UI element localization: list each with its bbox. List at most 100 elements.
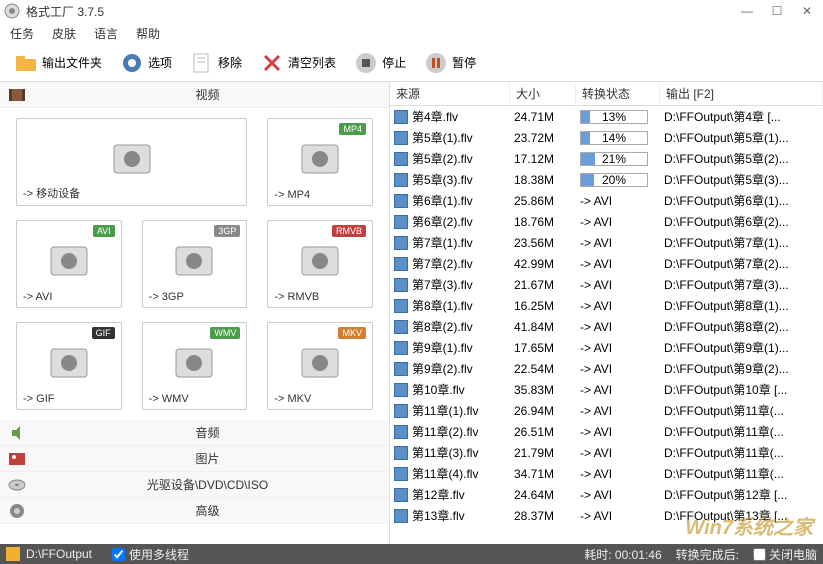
table-row[interactable]: 第11章(3).flv21.79M-> AVID:\FFOutput\第11章(… <box>390 442 823 463</box>
table-row[interactable]: 第5章(2).flv17.12M21%D:\FFOutput\第5章(2)... <box>390 148 823 169</box>
format-label: -> MP4 <box>274 189 310 201</box>
format-icon <box>296 241 344 281</box>
file-name: 第7章(1).flv <box>412 234 473 251</box>
category-audio[interactable]: 音频 <box>0 420 389 446</box>
remove-icon <box>190 51 214 75</box>
file-name: 第5章(2).flv <box>412 150 473 167</box>
format-card-rmvb[interactable]: RMVB-> RMVB <box>267 220 373 308</box>
column-headers: 来源 大小 转换状态 输出 [F2] <box>390 82 823 106</box>
clear-list-button[interactable]: 清空列表 <box>254 49 342 77</box>
menu-lang[interactable]: 语言 <box>94 25 118 42</box>
table-row[interactable]: 第7章(3).flv21.67M-> AVID:\FFOutput\第7章(3)… <box>390 274 823 295</box>
file-output: D:\FFOutput\第6章(1)... <box>660 192 823 209</box>
file-icon <box>394 299 408 313</box>
table-row[interactable]: 第9章(2).flv22.54M-> AVID:\FFOutput\第9章(2)… <box>390 358 823 379</box>
table-row[interactable]: 第10章.flv35.83M-> AVID:\FFOutput\第10章 [..… <box>390 379 823 400</box>
table-row[interactable]: 第6章(1).flv25.86M-> AVID:\FFOutput\第6章(1)… <box>390 190 823 211</box>
menu-task[interactable]: 任务 <box>10 25 34 42</box>
category-video[interactable]: 视频 <box>0 82 389 108</box>
format-card-3gp[interactable]: 3GP -> 3GP <box>142 220 248 308</box>
close-button[interactable]: ✕ <box>801 5 813 17</box>
format-label: -> MKV <box>274 393 311 405</box>
disc-icon <box>8 476 26 494</box>
file-size: 23.56M <box>510 236 576 250</box>
table-row[interactable]: 第7章(2).flv42.99M-> AVID:\FFOutput\第7章(2)… <box>390 253 823 274</box>
table-row[interactable]: 第5章(3).flv18.38M20%D:\FFOutput\第5章(3)... <box>390 169 823 190</box>
format-badge: MP4 <box>339 123 366 135</box>
category-advanced[interactable]: 高级 <box>0 498 389 524</box>
file-output: D:\FFOutput\第5章(3)... <box>660 171 823 188</box>
category-disc[interactable]: 光驱设备\DVD\CD\ISO <box>0 472 389 498</box>
file-icon <box>394 341 408 355</box>
left-panel: 视频 -> 移动设备 MP4 -> MP4 AVI-> AVI 3GP -> 3GP RMV… <box>0 82 390 544</box>
file-size: 26.94M <box>510 404 576 418</box>
remove-button[interactable]: 移除 <box>184 49 248 77</box>
menu-help[interactable]: 帮助 <box>136 25 160 42</box>
format-card-gif[interactable]: GIF-> GIF <box>16 322 122 410</box>
col-size[interactable]: 大小 <box>510 82 576 105</box>
table-row[interactable]: 第6章(2).flv18.76M-> AVID:\FFOutput\第6章(2)… <box>390 211 823 232</box>
titlebar: 格式工厂 3.7.5 — ☐ ✕ <box>0 0 823 22</box>
file-size: 22.54M <box>510 362 576 376</box>
format-label: -> 移动设备 <box>23 185 80 201</box>
table-row[interactable]: 第8章(1).flv16.25M-> AVID:\FFOutput\第8章(1)… <box>390 295 823 316</box>
file-size: 42.99M <box>510 257 576 271</box>
file-icon <box>394 215 408 229</box>
picture-icon <box>8 450 26 468</box>
output-folder-button[interactable]: 输出文件夹 <box>8 49 108 77</box>
table-row[interactable]: 第4章.flv24.71M13%D:\FFOutput\第4章 [... <box>390 106 823 127</box>
table-row[interactable]: 第11章(1).flv26.94M-> AVID:\FFOutput\第11章(… <box>390 400 823 421</box>
output-path: D:\FFOutput <box>26 547 92 561</box>
table-row[interactable]: 第13章.flv28.37M-> AVID:\FFOutput\第13章 [..… <box>390 505 823 526</box>
format-badge: 3GP <box>214 225 240 237</box>
file-size: 17.12M <box>510 152 576 166</box>
statusbar: D:\FFOutput 使用多线程 耗时: 00:01:46 转换完成后: 关闭… <box>0 544 823 564</box>
col-source[interactable]: 来源 <box>390 82 510 105</box>
file-status: 13% <box>576 110 660 124</box>
table-row[interactable]: 第11章(2).flv26.51M-> AVID:\FFOutput\第11章(… <box>390 421 823 442</box>
file-name: 第5章(1).flv <box>412 129 473 146</box>
file-name: 第7章(2).flv <box>412 255 473 272</box>
pause-button[interactable]: 暂停 <box>418 49 482 77</box>
video-icon <box>8 86 26 104</box>
file-status: -> AVI <box>576 383 660 397</box>
table-row[interactable]: 第11章(4).flv34.71M-> AVID:\FFOutput\第11章(… <box>390 463 823 484</box>
maximize-button[interactable]: ☐ <box>771 5 783 17</box>
format-label: -> WMV <box>149 393 189 405</box>
category-picture[interactable]: 图片 <box>0 446 389 472</box>
file-size: 28.37M <box>510 509 576 523</box>
format-card-mp4[interactable]: MP4 -> MP4 <box>267 118 373 206</box>
menu-skin[interactable]: 皮肤 <box>52 25 76 42</box>
format-icon <box>170 343 218 383</box>
file-output: D:\FFOutput\第11章(... <box>660 423 823 440</box>
folder-small-icon[interactable] <box>6 547 20 561</box>
file-status: -> AVI <box>576 257 660 271</box>
file-output: D:\FFOutput\第8章(2)... <box>660 318 823 335</box>
file-size: 35.83M <box>510 383 576 397</box>
format-label: -> GIF <box>23 393 54 405</box>
file-icon <box>394 194 408 208</box>
shutdown-checkbox[interactable]: 关闭电脑 <box>753 546 817 563</box>
file-size: 24.64M <box>510 488 576 502</box>
format-card-mkv[interactable]: MKV-> MKV <box>267 322 373 410</box>
stop-button[interactable]: 停止 <box>348 49 412 77</box>
table-row[interactable]: 第12章.flv24.64M-> AVID:\FFOutput\第12章 [..… <box>390 484 823 505</box>
minimize-button[interactable]: — <box>741 5 753 17</box>
format-card-wmv[interactable]: WMV-> WMV <box>142 322 248 410</box>
format-label: -> 3GP <box>149 291 184 303</box>
table-row[interactable]: 第5章(1).flv23.72M14%D:\FFOutput\第5章(1)... <box>390 127 823 148</box>
col-status[interactable]: 转换状态 <box>576 82 660 105</box>
file-icon <box>394 236 408 250</box>
table-row[interactable]: 第7章(1).flv23.56M-> AVID:\FFOutput\第7章(1)… <box>390 232 823 253</box>
file-name: 第8章(1).flv <box>412 297 473 314</box>
multithread-checkbox[interactable]: 使用多线程 <box>112 546 189 563</box>
table-row[interactable]: 第9章(1).flv17.65M-> AVID:\FFOutput\第9章(1)… <box>390 337 823 358</box>
toolbar: 输出文件夹 选项 移除 清空列表 停止 暂停 <box>0 44 823 82</box>
file-size: 18.38M <box>510 173 576 187</box>
file-output: D:\FFOutput\第5章(1)... <box>660 129 823 146</box>
table-row[interactable]: 第8章(2).flv41.84M-> AVID:\FFOutput\第8章(2)… <box>390 316 823 337</box>
format-card-[interactable]: -> 移动设备 <box>16 118 247 206</box>
format-card-avi[interactable]: AVI-> AVI <box>16 220 122 308</box>
col-output[interactable]: 输出 [F2] <box>660 82 823 105</box>
options-button[interactable]: 选项 <box>114 49 178 77</box>
